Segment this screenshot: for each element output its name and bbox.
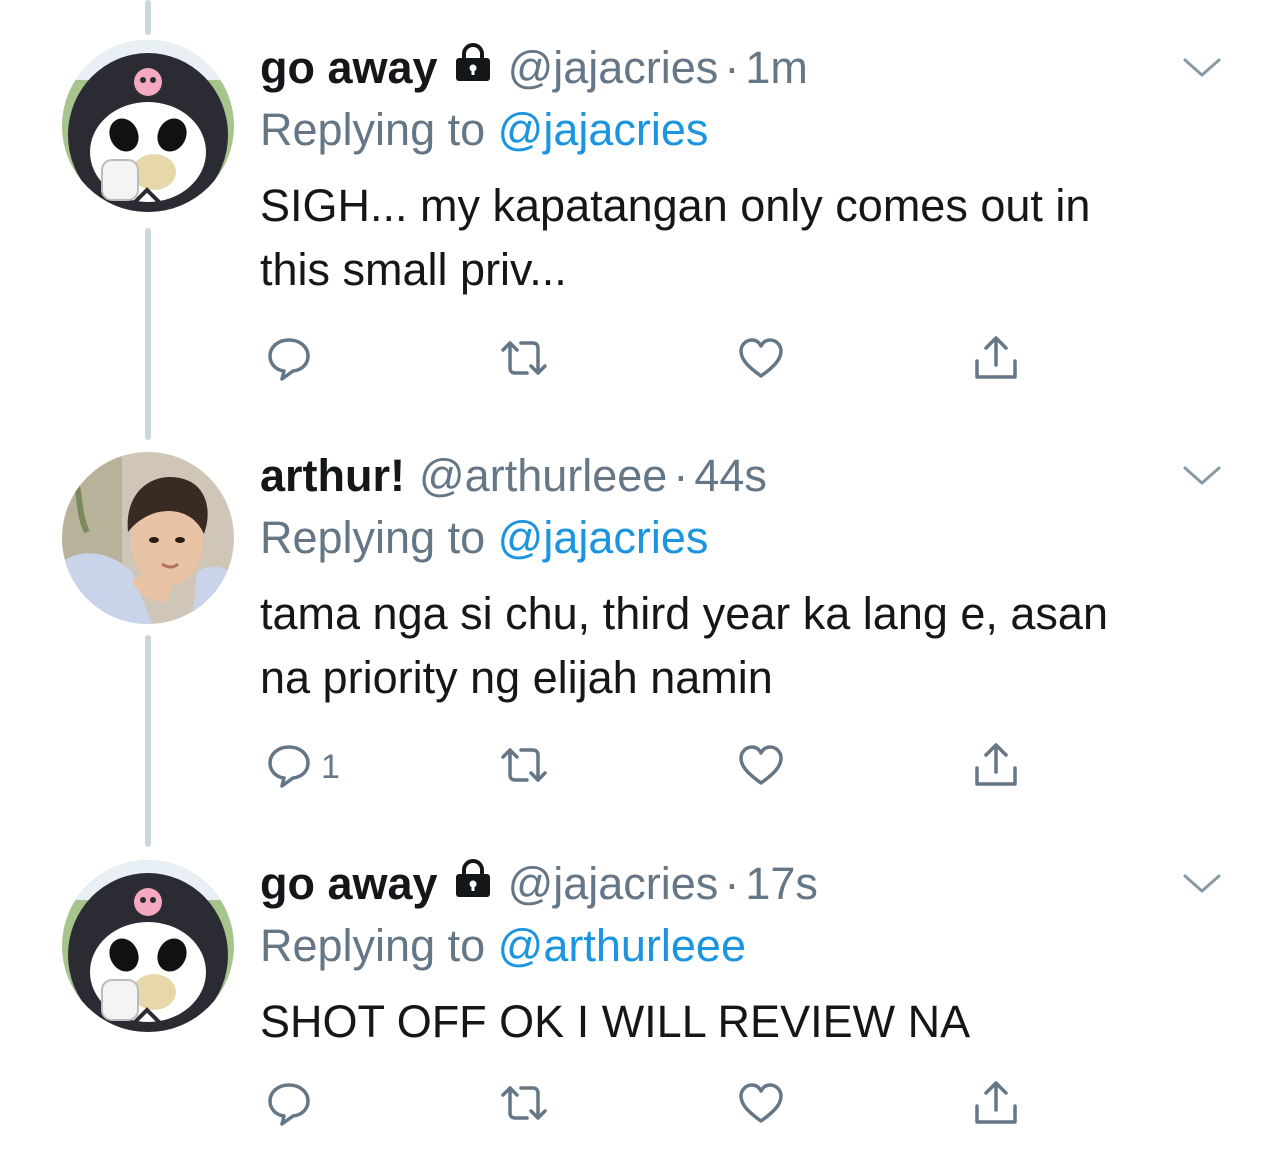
retweet-icon bbox=[497, 334, 551, 387]
timestamp[interactable]: 17s bbox=[745, 854, 818, 914]
tweet[interactable]: go away @jajacries · 1m Replying to @jaj… bbox=[0, 40, 1284, 440]
thread-line-top bbox=[145, 0, 151, 35]
heart-icon bbox=[737, 1079, 785, 1132]
retweet-icon bbox=[497, 741, 551, 794]
timestamp[interactable]: 1m bbox=[745, 38, 808, 98]
tweet-actions: 1 bbox=[265, 742, 1045, 792]
reply-button[interactable]: 1 bbox=[265, 742, 340, 792]
like-button[interactable] bbox=[737, 742, 785, 792]
username-handle[interactable]: @arthurleee bbox=[419, 446, 667, 506]
avatar[interactable] bbox=[62, 452, 234, 624]
tweet-header: go away @jajacries · 17s bbox=[260, 854, 1220, 914]
retweet-icon bbox=[497, 1079, 551, 1132]
chevron-down-icon[interactable] bbox=[1182, 872, 1222, 896]
photo-avatar-image bbox=[62, 452, 234, 624]
replying-to-mention[interactable]: @jajacries bbox=[498, 104, 709, 155]
tweet-actions bbox=[265, 1080, 1045, 1130]
reply-icon bbox=[265, 741, 313, 794]
reply-button[interactable] bbox=[265, 1080, 321, 1130]
display-name[interactable]: go away bbox=[260, 38, 438, 98]
share-icon bbox=[971, 740, 1021, 795]
reply-count: 1 bbox=[321, 747, 340, 786]
heart-icon bbox=[737, 334, 785, 387]
username-handle[interactable]: @jajacries bbox=[508, 854, 719, 914]
tweet[interactable]: go away @jajacries · 17s Replying to @ar… bbox=[0, 858, 1284, 1159]
separator-dot: · bbox=[724, 858, 740, 909]
reply-icon bbox=[265, 334, 313, 387]
username-handle[interactable]: @jajacries bbox=[508, 38, 719, 98]
replying-to: Replying to @jajacries bbox=[260, 100, 1220, 160]
tweet-text: SHOT OFF OK I WILL REVIEW NA bbox=[260, 996, 971, 1047]
tweet-actions bbox=[265, 335, 1045, 385]
tweet-header: go away @jajacries · 1m bbox=[260, 38, 1220, 98]
reply-button[interactable] bbox=[265, 335, 321, 385]
reply-icon bbox=[265, 1079, 313, 1132]
separator-dot: · bbox=[673, 450, 689, 501]
lock-icon bbox=[452, 854, 494, 914]
replying-to: Replying to @jajacries bbox=[260, 508, 1220, 568]
retweet-button[interactable] bbox=[497, 742, 551, 792]
replying-to-prefix: Replying to bbox=[260, 920, 486, 971]
tweet[interactable]: arthur! @arthurleee · 44s Replying to @j… bbox=[0, 450, 1284, 844]
replying-to-prefix: Replying to bbox=[260, 104, 486, 155]
tweet-text: tama nga si chu, third year ka lang e, a… bbox=[260, 588, 1108, 703]
chevron-down-icon[interactable] bbox=[1182, 56, 1222, 80]
chevron-down-icon[interactable] bbox=[1182, 464, 1222, 488]
kuromi-avatar-image bbox=[62, 40, 234, 212]
like-button[interactable] bbox=[737, 335, 785, 385]
replying-to-mention[interactable]: @jajacries bbox=[498, 512, 709, 563]
replying-to: Replying to @arthurleee bbox=[260, 916, 1220, 976]
avatar[interactable] bbox=[62, 40, 234, 212]
share-button[interactable] bbox=[971, 742, 1021, 792]
display-name[interactable]: arthur! bbox=[260, 446, 405, 506]
share-button[interactable] bbox=[971, 335, 1021, 385]
retweet-button[interactable] bbox=[497, 1080, 551, 1130]
display-name[interactable]: go away bbox=[260, 854, 438, 914]
tweet-header: arthur! @arthurleee · 44s bbox=[260, 446, 1220, 506]
separator-dot: · bbox=[724, 42, 740, 93]
kuromi-avatar-image bbox=[62, 860, 234, 1032]
replying-to-mention[interactable]: @arthurleee bbox=[498, 920, 746, 971]
share-icon bbox=[971, 333, 1021, 388]
share-icon bbox=[971, 1078, 1021, 1133]
timestamp[interactable]: 44s bbox=[694, 446, 767, 506]
heart-icon bbox=[737, 741, 785, 794]
avatar[interactable] bbox=[62, 860, 234, 1032]
lock-icon bbox=[452, 38, 494, 98]
retweet-button[interactable] bbox=[497, 335, 551, 385]
replying-to-prefix: Replying to bbox=[260, 512, 486, 563]
tweet-text: SIGH... my kapatangan only comes out in … bbox=[260, 180, 1091, 295]
share-button[interactable] bbox=[971, 1080, 1021, 1130]
like-button[interactable] bbox=[737, 1080, 785, 1130]
